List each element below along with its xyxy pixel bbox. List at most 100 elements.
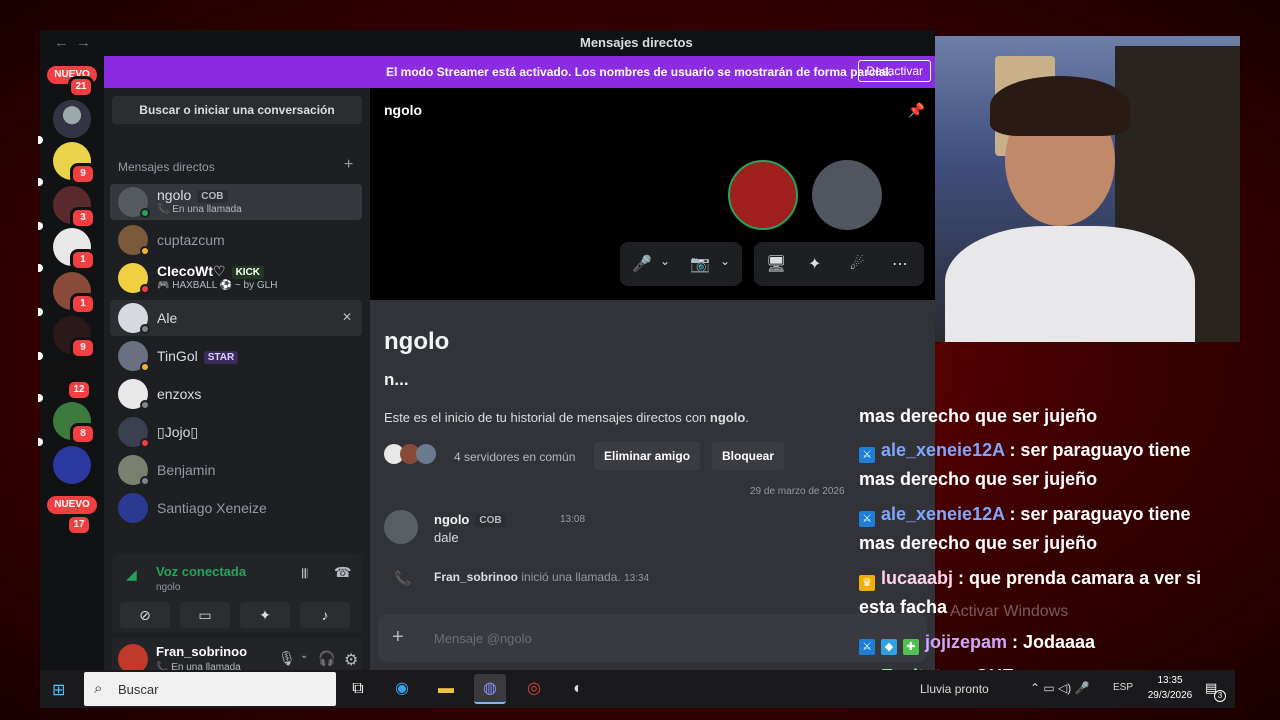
camera-off-button[interactable]: ⊘ (120, 602, 170, 628)
signal-icon: ◢ (126, 566, 137, 582)
chrome-app-icon[interactable]: ◎ (518, 674, 550, 704)
camera-off-icon[interactable]: 📷 (690, 254, 710, 274)
remove-friend-button[interactable]: Eliminar amigo (594, 442, 701, 470)
banner-text: El modo Streamer está activado. Los nomb… (386, 65, 893, 79)
chevron-down-icon[interactable]: ⌄ (660, 254, 670, 268)
dm-subtitle: 🎮 HAXBALL ⚽ ~ by GLH (157, 280, 278, 291)
block-button[interactable]: Bloquear (712, 442, 785, 470)
soundboard-icon[interactable]: ☄ (850, 254, 864, 274)
dm-name: Benjamin (157, 462, 216, 478)
discord-app-icon[interactable]: ◍ (474, 674, 506, 704)
language-indicator[interactable]: ESP (1113, 682, 1133, 693)
unread-pip (38, 394, 43, 402)
dm-item-santiago[interactable]: Santiago Xeneize (110, 490, 362, 526)
server-icon[interactable] (53, 100, 91, 138)
screen-share-button[interactable]: ▭ (180, 602, 230, 628)
dm-item-clecowt[interactable]: CIecoWt♡ KICK 🎮 HAXBALL ⚽ ~ by GLH (110, 260, 362, 296)
unread-pip (38, 264, 43, 272)
create-dm-plus-icon[interactable]: + (344, 156, 353, 174)
file-explorer-icon[interactable]: ▬ (430, 674, 462, 704)
mutual-servers-icons[interactable] (384, 444, 444, 466)
more-options-icon[interactable]: ⋯ (892, 254, 908, 274)
edge-browser-icon[interactable]: ◉ (386, 674, 418, 704)
dm-item-ngolo[interactable]: ngolo COB 📞 En una llamada (110, 184, 362, 220)
taskbar-search-placeholder: Buscar (118, 682, 159, 697)
activities-icon[interactable]: ✦ (808, 254, 821, 274)
noise-suppression-icon[interactable]: 𝄃𝄃 (302, 566, 308, 582)
dm-item-ale[interactable]: Ale ✕ (110, 300, 362, 336)
disable-streamer-button[interactable]: Desactivar (858, 60, 931, 82)
cube-icon: ◆ (881, 639, 897, 655)
mutual-servers-text[interactable]: 4 servidores en común (454, 450, 575, 464)
message-input[interactable]: Mensaje @ngolo (434, 631, 532, 646)
offline-status-icon (140, 324, 150, 334)
obs-app-icon[interactable]: ◐ (562, 674, 594, 704)
dm-sidebar: Buscar o iniciar una conversación Mensaj… (104, 88, 370, 682)
call-participant-avatar[interactable] (812, 160, 882, 230)
disconnect-icon[interactable]: ☎ (334, 564, 351, 581)
chat-message: ⚔ ale_xeneie12A : ser paraguayo tiene mas… (859, 440, 1191, 489)
server-icon[interactable] (53, 446, 91, 484)
taskbar-search[interactable]: ⌕ Buscar (84, 672, 336, 706)
sword-icon: ⚔ (859, 447, 875, 463)
close-dm-icon[interactable]: ✕ (342, 310, 352, 324)
message-composer[interactable]: + Mensaje @ngolo (378, 614, 927, 662)
avatar[interactable] (384, 510, 418, 544)
call-audio-controls: 🎤 ⌄ 📷 ⌄ (620, 242, 742, 286)
unread-pip (38, 178, 43, 186)
upload-plus-icon[interactable]: + (392, 626, 404, 649)
unread-badge: 1 (70, 249, 96, 271)
dm-item-enzoxs[interactable]: enzoxs (110, 376, 362, 412)
unread-badge: 12 (66, 379, 92, 401)
dm-name: Santiago Xeneize (157, 500, 267, 516)
unread-pip (38, 308, 43, 316)
taskbar-clock[interactable]: 13:35 29/3/2026 (1140, 673, 1200, 703)
chevron-down-icon[interactable]: ⌄ (300, 650, 308, 661)
dm-name: Ale (157, 310, 178, 326)
chat-message: ⚔ ◆ ✚ jojizepam : Jodaaaa (859, 628, 1231, 657)
date-divider: 29 de marzo de 2026 (750, 486, 845, 497)
weather-text[interactable]: Lluvia pronto (920, 682, 989, 696)
dm-item-benjamin[interactable]: Benjamin (110, 452, 362, 488)
unread-badge: 3 (70, 207, 96, 229)
crown-icon: ♛ (859, 575, 875, 591)
chat-message: ⚔ ale_xeneie12A : ser paraguayo tiene mas… (859, 504, 1191, 553)
forward-arrow-icon[interactable]: → (76, 34, 91, 51)
streamer-mode-banner: El modo Streamer está activado. Los nomb… (104, 56, 935, 88)
task-view-icon[interactable]: ⧉ (342, 674, 374, 704)
guild-tag: STAR (203, 350, 239, 364)
headphones-icon[interactable]: 🎧 (318, 650, 335, 667)
chat-message: mas derecho que ser jujeño (859, 406, 1098, 426)
search-icon: ⌕ (94, 680, 103, 697)
chevron-down-icon[interactable]: ⌄ (720, 254, 730, 268)
pin-icon[interactable]: 📌 (908, 102, 925, 119)
phone-icon: 📞 (394, 570, 412, 586)
dm-item-cuptazcum[interactable]: cuptazcum (110, 222, 362, 258)
back-arrow-icon[interactable]: ← (54, 34, 69, 51)
soundboard-button[interactable]: ♪ (300, 602, 350, 628)
unread-pip (38, 222, 43, 230)
avatar (118, 493, 148, 523)
activities-button[interactable]: ✦ (240, 602, 290, 628)
voice-channel[interactable]: ngolo (156, 582, 180, 593)
notification-count: 3 (1214, 690, 1226, 702)
unread-badge: 21 (68, 76, 94, 98)
dm-item-jojo[interactable]: ▯Jojo▯ (110, 414, 362, 450)
call-participant-avatar[interactable] (728, 160, 798, 230)
dm-search-button[interactable]: Buscar o iniciar una conversación (112, 96, 362, 124)
dm-item-tingol[interactable]: TinGol STAR (110, 338, 362, 374)
chat-area: ngolo 📌 🎤 ⌄ 📷 ⌄ 🖥 ✦ ☄ ⋯ ngolo n... Este … (370, 88, 935, 670)
microphone-icon[interactable]: 🎙 (278, 650, 296, 667)
activate-windows-watermark: Activar Windows (950, 603, 1069, 620)
unread-pip (38, 438, 43, 446)
system-tray-icons[interactable]: ⌃ ▭ ◁) 🎤 (1030, 681, 1090, 695)
settings-gear-icon[interactable]: ⚙ (344, 650, 358, 670)
stream-chat-overlay: mas derecho que ser jujeño ⚔ ale_xeneie12… (855, 398, 1235, 688)
voice-status: Voz conectada (156, 564, 247, 579)
message-text: dale (434, 530, 459, 545)
microphone-icon[interactable]: 🎤 (632, 254, 652, 274)
screen-share-icon[interactable]: 🖥 (766, 254, 786, 274)
intro-username: n... (384, 370, 409, 389)
windows-start-icon[interactable]: ⊞ (52, 680, 65, 700)
message-author[interactable]: ngolo COB (434, 512, 506, 528)
